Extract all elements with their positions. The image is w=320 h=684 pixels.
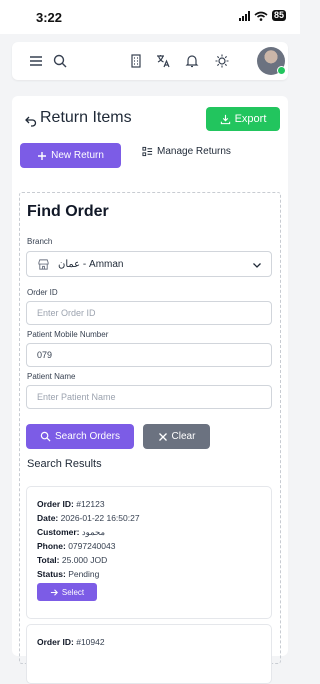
- search-orders-label: Search Orders: [54, 431, 121, 442]
- status-icons: 85: [238, 10, 286, 21]
- branch-value: عمان - Amman: [58, 258, 124, 270]
- branch-label: Branch: [27, 237, 53, 246]
- search-results-title: Search Results: [27, 458, 102, 470]
- status-time: 3:22: [36, 10, 63, 25]
- order-id-input[interactable]: Enter Order ID: [26, 301, 272, 325]
- order-id-placeholder: Enter Order ID: [37, 308, 96, 318]
- result-date: Date: 2026-01-22 16:50:27: [37, 513, 140, 523]
- patient-name-label: Patient Name: [27, 372, 76, 381]
- manage-returns-button[interactable]: Manage Returns: [142, 146, 231, 157]
- bell-icon[interactable]: [184, 53, 200, 69]
- arrow-right-icon: [50, 588, 58, 596]
- branch-select[interactable]: عمان - Amman: [26, 251, 272, 277]
- select-label: Select: [61, 587, 85, 597]
- plus-icon: [38, 151, 47, 160]
- signal-icon: [238, 10, 250, 21]
- manage-returns-label: Manage Returns: [157, 146, 231, 157]
- return-items-card: Return Items Export New Return Manage Re…: [12, 96, 288, 684]
- menu-icon[interactable]: [28, 53, 44, 69]
- new-return-label: New Return: [51, 150, 104, 161]
- clear-label: Clear: [171, 431, 196, 442]
- clear-button[interactable]: Clear: [143, 424, 210, 449]
- result-customer: Customer: محمود: [37, 527, 106, 537]
- result-total: Total: 25.000 JOD: [37, 555, 108, 565]
- store-icon: [38, 258, 49, 270]
- order-id-label: Order ID: [27, 288, 58, 297]
- result-phone: Phone: 0797240043: [37, 541, 116, 551]
- search-icon: [40, 431, 51, 442]
- search-icon[interactable]: [52, 53, 68, 69]
- chevron-down-icon: [253, 263, 261, 268]
- result-order-id: Order ID: #12123: [37, 499, 105, 509]
- download-icon: [220, 114, 230, 124]
- online-status-dot: [277, 66, 286, 75]
- patient-name-placeholder: Enter Patient Name: [37, 392, 116, 402]
- export-button[interactable]: Export: [206, 107, 280, 131]
- select-button[interactable]: Select: [37, 583, 97, 601]
- search-orders-button[interactable]: Search Orders: [26, 424, 134, 449]
- page-title: Return Items: [40, 109, 132, 126]
- battery-level: 85: [271, 10, 286, 21]
- result-card: Order ID: #10942: [26, 624, 272, 684]
- back-arrow-icon[interactable]: [24, 114, 38, 128]
- patient-mobile-value: 079: [37, 350, 53, 360]
- list-icon: [142, 146, 153, 157]
- patient-mobile-label: Patient Mobile Number: [27, 330, 109, 339]
- patient-name-input[interactable]: Enter Patient Name: [26, 385, 272, 409]
- close-icon: [158, 432, 167, 441]
- status-bar: 3:22 85: [0, 0, 300, 34]
- find-order-panel: Find Order Branch عمان - Amman Order ID …: [19, 192, 281, 684]
- result-order-id: Order ID: #10942: [37, 637, 105, 647]
- find-order-title: Find Order: [27, 203, 109, 220]
- patient-mobile-input[interactable]: 079: [26, 343, 272, 367]
- avatar[interactable]: [257, 47, 286, 75]
- new-return-button[interactable]: New Return: [20, 143, 121, 168]
- translate-icon[interactable]: [155, 53, 171, 69]
- building-icon[interactable]: [128, 53, 144, 69]
- export-label: Export: [234, 113, 267, 125]
- sun-icon[interactable]: [214, 53, 230, 69]
- wifi-icon: [254, 11, 268, 21]
- result-card: Order ID: #12123 Date: 2026-01-22 16:50:…: [26, 486, 272, 619]
- top-navbar: [12, 42, 288, 80]
- result-status: Status: Pending: [37, 569, 100, 579]
